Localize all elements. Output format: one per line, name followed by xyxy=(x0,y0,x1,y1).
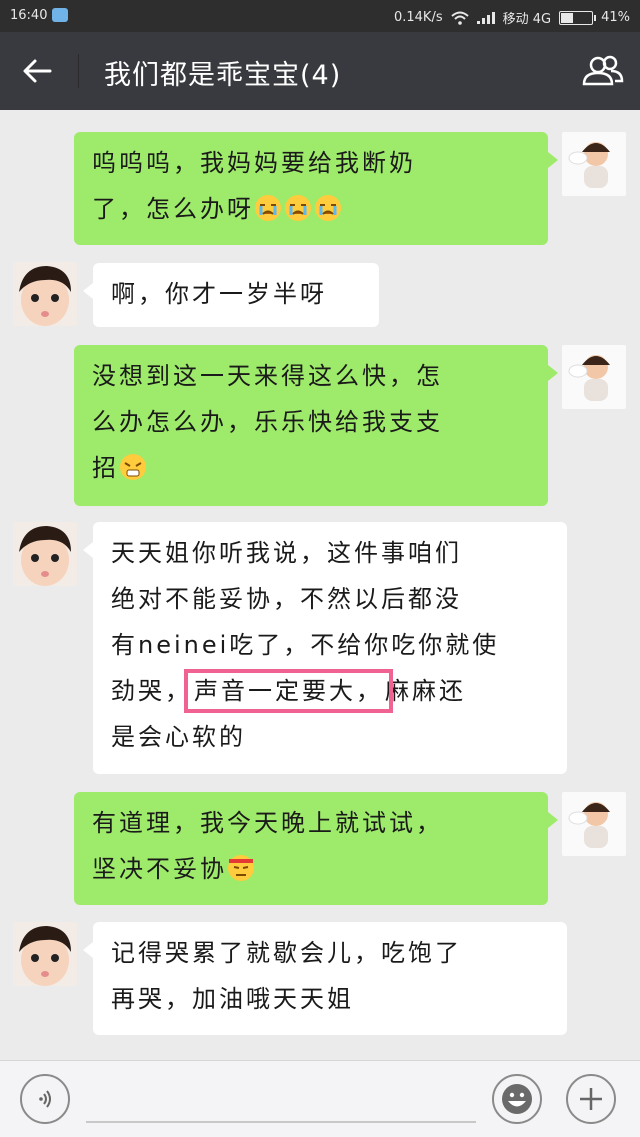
title-divider xyxy=(78,54,79,88)
avatar-other[interactable] xyxy=(13,262,77,326)
message-line: 绝对不能妥协，不然以后都没 xyxy=(111,585,462,613)
message-bubble-sent[interactable]: 呜呜呜，我妈妈要给我断奶 了，怎么办呀 xyxy=(74,132,558,245)
smiley-icon xyxy=(502,1084,532,1114)
message-line: 么办怎么办，乐乐快给我支支 xyxy=(92,408,443,436)
status-bar: 16:40 0.14K/s 移动 4G 41% xyxy=(0,0,640,32)
avatar-self[interactable] xyxy=(562,792,626,856)
avatar-other[interactable] xyxy=(13,922,77,986)
avatar-self[interactable] xyxy=(562,345,626,409)
title-bar: 我们都是乖宝宝(4) xyxy=(0,32,640,110)
message-bubble-received[interactable]: 天天姐你听我说，这件事咱们 绝对不能妥协，不然以后都没 有neinei吃了，不给… xyxy=(83,522,567,774)
message-line: 有neinei吃了，不给你吃你就使 xyxy=(111,631,500,659)
carrier-label: 移动 4G xyxy=(502,12,552,27)
message-line: 有道理，我今天晚上就试试， xyxy=(92,809,443,837)
status-time: 16:40 xyxy=(10,8,48,23)
chat-title: 我们都是乖宝宝(4) xyxy=(104,60,342,91)
message-bubble-sent[interactable]: 有道理，我今天晚上就试试， 坚决不妥协 xyxy=(74,792,558,905)
back-button[interactable] xyxy=(14,50,60,92)
message-bubble-received[interactable]: 记得哭累了就歇会儿，吃饱了 再哭，加油哦天天姐 xyxy=(83,922,567,1035)
message-line: 呜呜呜，我妈妈要给我断奶 xyxy=(92,149,416,177)
crying-emoji xyxy=(254,195,344,223)
notification-app-icon xyxy=(52,8,68,22)
message-line: 麻麻还 xyxy=(385,677,466,705)
message-line: 招 xyxy=(92,454,119,482)
message-line: 是会心软的 xyxy=(111,723,246,751)
network-speed: 0.14K/s xyxy=(393,10,443,25)
chat-area[interactable]: 呜呜呜，我妈妈要给我断奶 了，怎么办呀 啊，你才一岁半呀 没想到这一天来得这么快… xyxy=(0,110,640,1060)
message-bubble-received[interactable]: 啊，你才一岁半呀 xyxy=(83,263,379,327)
sad-emoji xyxy=(120,454,146,480)
voice-button[interactable] xyxy=(20,1074,70,1124)
message-line: 记得哭累了就歇会儿，吃饱了 xyxy=(111,939,462,967)
determined-emoji xyxy=(228,855,254,881)
message-line: 坚决不妥协 xyxy=(92,855,227,883)
battery-percent: 41% xyxy=(601,10,630,25)
message-input[interactable] xyxy=(86,1121,476,1123)
message-line: 啊，你才一岁半呀 xyxy=(111,280,327,308)
arrow-left-icon xyxy=(23,59,52,83)
message-line: 了，怎么办呀 xyxy=(92,195,254,223)
message-line: 天天姐你听我说，这件事咱们 xyxy=(111,539,462,567)
group-members-button[interactable] xyxy=(580,50,626,92)
wifi-icon xyxy=(450,11,469,25)
plus-icon xyxy=(580,1088,602,1110)
group-members-icon xyxy=(582,55,624,86)
avatar-other[interactable] xyxy=(13,522,77,586)
message-line: 劲哭， xyxy=(111,677,192,705)
message-line: 再哭，加油哦天天姐 xyxy=(111,985,354,1013)
signal-icon xyxy=(476,11,495,24)
message-bubble-sent[interactable]: 没想到这一天来得这么快，怎 么办怎么办，乐乐快给我支支 招 xyxy=(74,345,558,506)
battery-icon xyxy=(559,10,597,25)
emoji-button[interactable] xyxy=(492,1074,542,1124)
input-bar xyxy=(0,1060,640,1137)
highlighted-text: 声音一定要大， xyxy=(184,669,393,713)
message-line: 没想到这一天来得这么快，怎 xyxy=(92,362,443,390)
more-button[interactable] xyxy=(566,1074,616,1124)
voice-icon xyxy=(39,1090,51,1108)
avatar-self[interactable] xyxy=(562,132,626,196)
